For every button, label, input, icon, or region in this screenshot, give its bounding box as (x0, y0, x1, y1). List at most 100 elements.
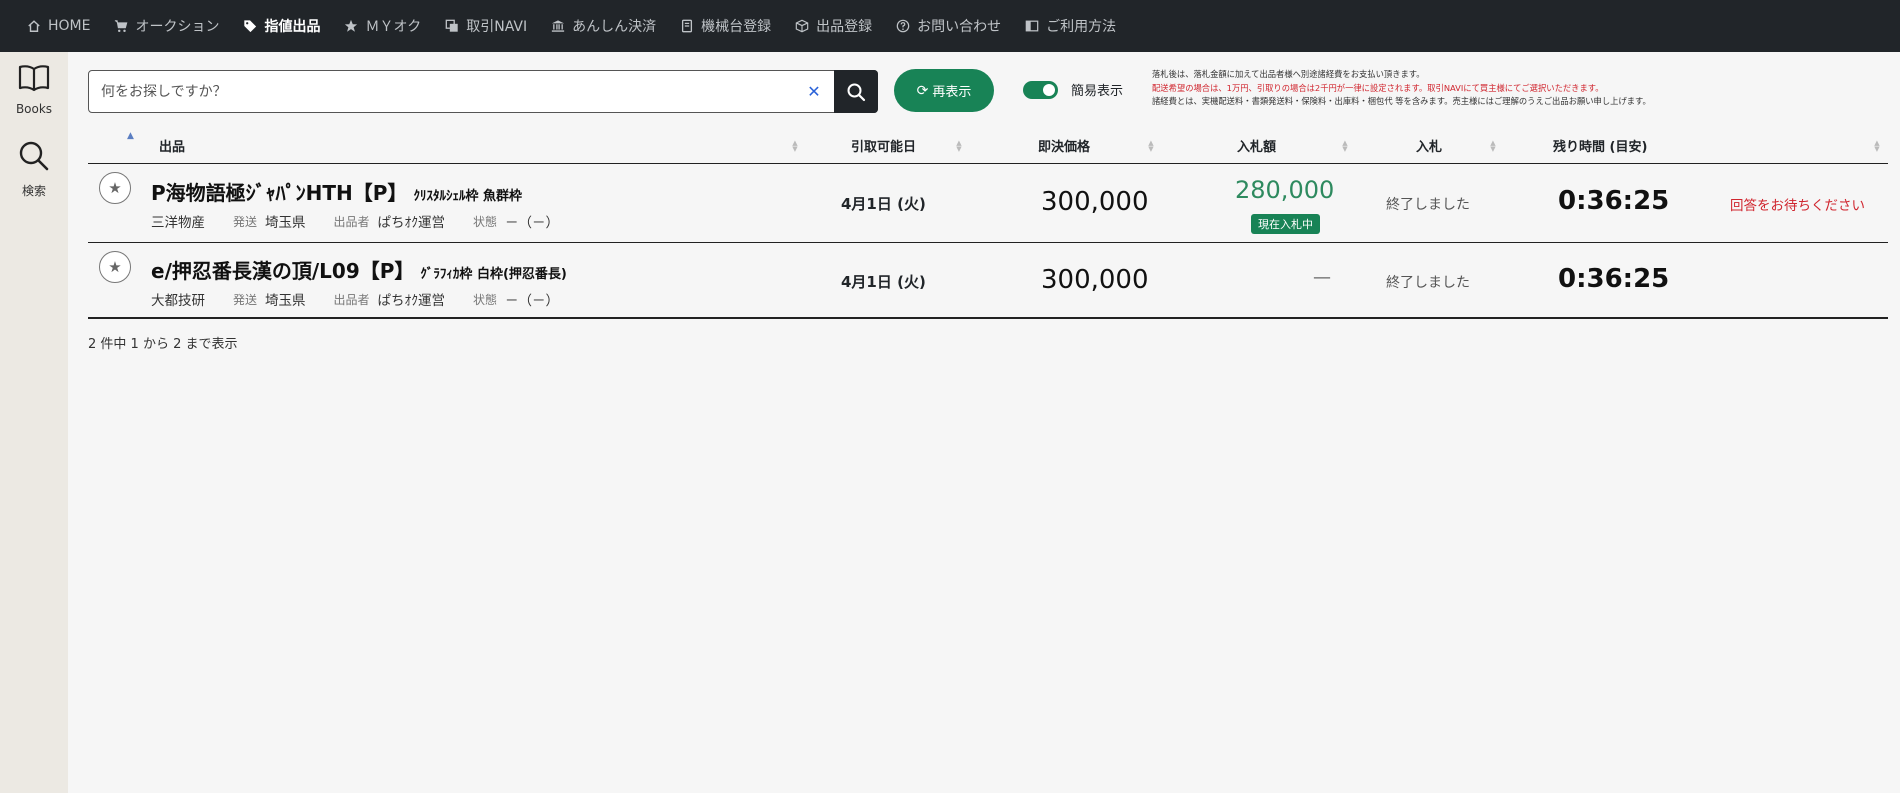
search-icon (847, 83, 866, 101)
top-nav: HOME オークション 指値出品 ＭＹオク 取引NAVI あんしん決済 機械台登… (0, 0, 1900, 52)
side-rail: Books 検索 (0, 52, 68, 793)
clear-icon[interactable]: ✕ (794, 71, 834, 112)
seller-value: ぱちｵｸ運営 (377, 215, 446, 231)
buyout-price: 300,000 (1041, 187, 1149, 217)
col-remaining[interactable]: 残り時間 (目安) (1553, 127, 1647, 164)
copy-icon (444, 18, 460, 34)
notice-line-1: 落札後は、落札金額に加えて出品者様へ別途諸経費をお支払い頂きます。 (1152, 69, 1425, 79)
item-title-main: P海物語極ｼﾞｬﾊﾟﾝHTH【P】 (151, 181, 408, 205)
remaining-time: 0:36:25 (1558, 186, 1670, 216)
books-button[interactable]: Books (0, 64, 68, 116)
table-row[interactable]: ★ P海物語極ｼﾞｬﾊﾟﾝHTH【P】 ｸﾘｽﾀﾙｼｪﾙ枠 魚群枠 三洋物産 発送… (88, 164, 1888, 243)
magnifier-icon (18, 140, 50, 176)
notice-line-2: 配送希望の場合は、1万円、引取りの場合は2千円が一律に設定されます。取引NAVI… (1152, 82, 1604, 93)
sort-icon[interactable]: ▲ ▼ (791, 140, 799, 153)
pickup-date: 4月1日 (火) (841, 195, 926, 213)
nav-home[interactable]: HOME (26, 18, 90, 34)
fee-notice: 落札後は、落札金額に加えて出品者様へ別途諸経費をお支払い頂きます。 配送希望の場… (1152, 68, 1651, 109)
nav-my-auction-label: ＭＹオク (365, 19, 422, 35)
question-icon (895, 18, 911, 34)
sort-icon[interactable]: ▲ ▼ (1489, 140, 1497, 153)
buyout-price: 300,000 (1041, 265, 1149, 295)
pickup-date: 4月1日 (火) (841, 273, 926, 291)
item-title[interactable]: P海物語極ｼﾞｬﾊﾟﾝHTH【P】 ｸﾘｽﾀﾙｼｪﾙ枠 魚群枠 (151, 177, 522, 206)
star-icon (343, 18, 359, 34)
nav-contact[interactable]: お問い合わせ (895, 16, 1001, 36)
col-bid[interactable]: 入札 (1416, 127, 1442, 164)
state-key: 状態 (473, 292, 498, 307)
sort-icon[interactable]: ▲ ▼ (955, 140, 963, 153)
table-header: 出品 ▲ ▼ 引取可能日 ▲ ▼ 即決価格 ▲ ▼ 入札額 ▲ ▼ 入札 ▲ ▼ 残り時間… (88, 127, 1888, 164)
nav-guide-label: ご利用方法 (1046, 19, 1117, 35)
col-buyout[interactable]: 即決価格 (1038, 127, 1090, 164)
home-icon (26, 18, 42, 34)
sort-icon[interactable]: ▲ ▼ (1341, 140, 1349, 153)
box-icon (794, 18, 810, 34)
col-pickup[interactable]: 引取可能日 (851, 127, 916, 164)
table-row[interactable]: ★ e/押忍番長漢の頂/L09【P】 ｸﾞﾗﾌｨｶ枠 白枠(押忍番長) 大都技研 … (88, 243, 1888, 319)
state-key: 状態 (473, 214, 498, 229)
ship-key: 発送 (233, 214, 258, 229)
nav-trade-navi[interactable]: 取引NAVI (444, 16, 527, 36)
seller-value: ぱちｵｸ運営 (377, 293, 446, 309)
refresh-button[interactable]: ⟳ 再表示 (894, 69, 994, 112)
bid-status: 終了しました (1386, 197, 1470, 213)
nav-limit-listing-label: 指値出品 (264, 19, 321, 35)
ship-key: 発送 (233, 292, 258, 307)
simple-view-toggle[interactable] (1023, 81, 1058, 99)
open-book-icon (18, 64, 50, 96)
sort-asc-icon[interactable]: ▲ (127, 131, 134, 141)
search-nav-label: 検索 (21, 184, 46, 198)
state-value: －（－） (505, 215, 560, 231)
simple-view-label: 簡易表示 (1071, 84, 1124, 99)
nav-machine-register[interactable]: 機械台登録 (679, 16, 771, 36)
sort-icon[interactable]: ▲ ▼ (1147, 140, 1155, 153)
col-bid-amount[interactable]: 入札額 (1237, 127, 1276, 164)
bidding-badge: 現在入札中 (1251, 214, 1320, 234)
bid-amount: 280,000 (1235, 176, 1335, 204)
refresh-label: 再表示 (932, 85, 972, 100)
pagination-info: 2 件中 1 から 2 まで表示 (88, 337, 238, 352)
awaiting-reply-link[interactable]: 回答をお待ちください (1730, 194, 1865, 214)
remaining-time: 0:36:25 (1558, 264, 1670, 294)
notice-line-3: 諸経費とは、実機配送料・書類発送料・保険料・出庫料・梱包代 等を含みます。売主様… (1152, 96, 1651, 106)
nav-limit-listing[interactable]: 指値出品 (242, 16, 320, 36)
toggle-knob (1043, 84, 1055, 96)
bank-icon (550, 18, 566, 34)
state-value: －（－） (505, 293, 560, 309)
item-meta: 三洋物産 発送 埼玉県 出品者 ぱちｵｸ運営 状態 －（－） (151, 211, 560, 232)
refresh-icon: ⟳ (916, 82, 929, 99)
bid-amount: — (1313, 267, 1331, 288)
nav-safe-payment[interactable]: あんしん決済 (550, 16, 656, 36)
tag-icon (242, 18, 258, 34)
search-input[interactable] (89, 71, 794, 112)
maker: 三洋物産 (151, 215, 205, 231)
nav-trade-navi-label: 取引NAVI (466, 19, 528, 35)
item-meta: 大都技研 発送 埼玉県 出品者 ぱちｵｸ運営 状態 －（－） (151, 289, 560, 310)
item-subtitle: ｸﾘｽﾀﾙｼｪﾙ枠 魚群枠 (413, 189, 522, 204)
book-icon (679, 18, 695, 34)
guide-icon (1024, 18, 1040, 34)
search-button[interactable] (834, 70, 878, 113)
nav-guide[interactable]: ご利用方法 (1024, 16, 1116, 36)
item-title-main: e/押忍番長漢の頂/L09【P】 (151, 259, 415, 283)
cart-icon (113, 18, 129, 34)
books-label: Books (15, 102, 53, 116)
nav-machine-register-label: 機械台登録 (701, 19, 772, 35)
nav-listing-register-label: 出品登録 (816, 19, 873, 35)
search-nav-button[interactable]: 検索 (0, 140, 68, 199)
favorite-star-icon[interactable]: ★ (99, 172, 131, 204)
sort-icon[interactable]: ▲ ▼ (1873, 140, 1881, 153)
nav-contact-label: お問い合わせ (917, 19, 1002, 35)
nav-home-label: HOME (48, 18, 91, 34)
item-subtitle: ｸﾞﾗﾌｨｶ枠 白枠(押忍番長) (420, 267, 567, 282)
ship-value: 埼玉県 (265, 215, 306, 231)
nav-auction[interactable]: オークション (113, 16, 219, 36)
favorite-star-icon[interactable]: ★ (99, 251, 131, 283)
nav-my-auction[interactable]: ＭＹオク (343, 16, 421, 36)
ship-value: 埼玉県 (265, 293, 306, 309)
item-title[interactable]: e/押忍番長漢の頂/L09【P】 ｸﾞﾗﾌｨｶ枠 白枠(押忍番長) (151, 255, 567, 284)
nav-listing-register[interactable]: 出品登録 (794, 16, 872, 36)
nav-auction-label: オークション (135, 19, 220, 35)
col-item[interactable]: 出品 (159, 127, 185, 164)
